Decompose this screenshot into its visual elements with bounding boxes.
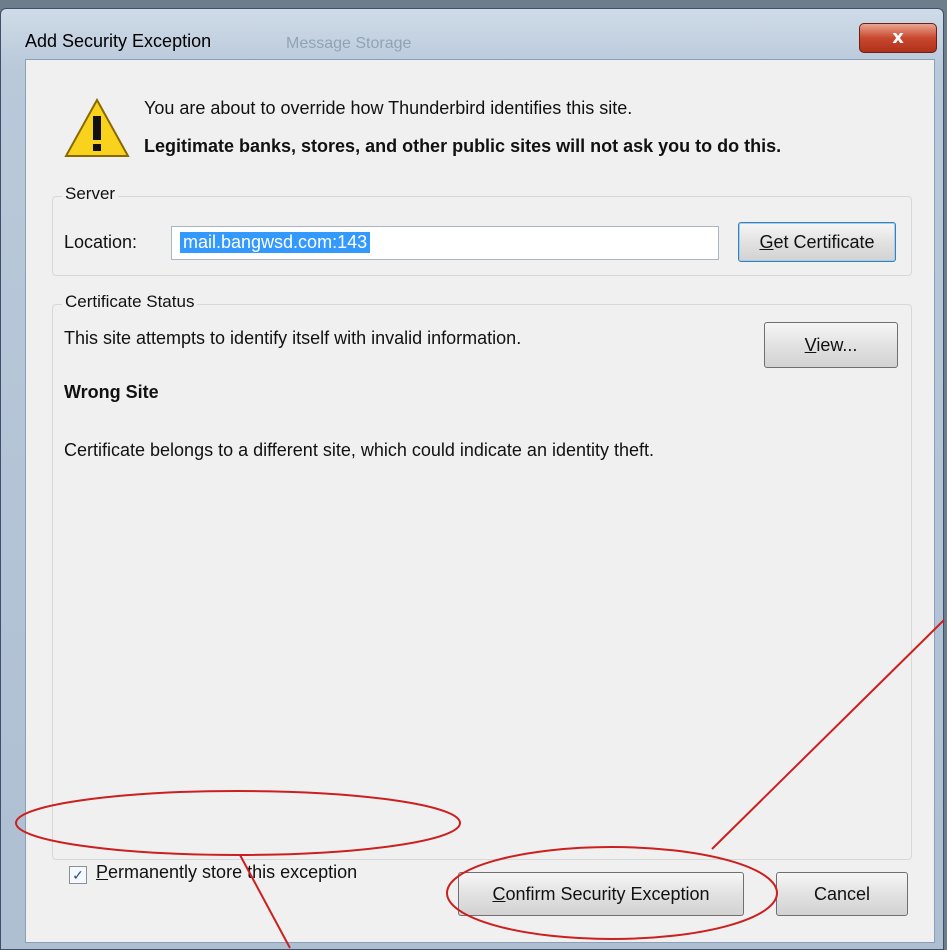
annotation-overlay: [15, 619, 945, 949]
annotation-line-checkbox: [239, 854, 291, 949]
annotation-ellipse-checkbox: [15, 790, 461, 856]
annotation-line-confirm: [711, 619, 945, 850]
annotation-ellipse-confirm: [446, 846, 778, 940]
